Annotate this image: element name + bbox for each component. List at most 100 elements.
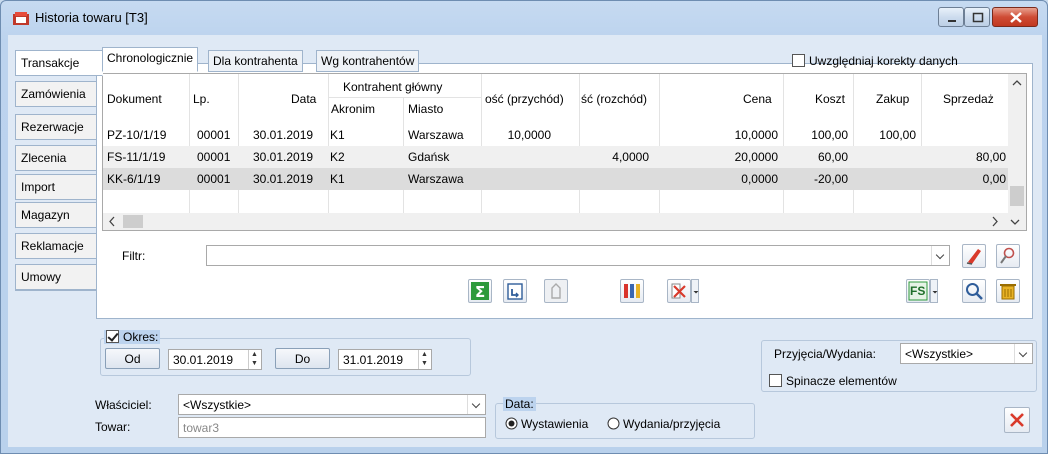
do-spin-icon[interactable]: ▲ ▼ [418,350,430,369]
wlasciciel-select[interactable]: <Wszystkie> [178,394,486,415]
delete-button[interactable] [996,279,1020,303]
wydania-radio[interactable]: Wydania/przyjęcia [607,417,720,431]
horizontal-scroll-thumb[interactable] [123,215,143,228]
przyjecia-select[interactable]: <Wszystkie> [900,343,1033,364]
cell-data: 30.01.2019 [253,128,314,142]
table-row[interactable]: FS-11/1/19 00001 30.01.2019 K2 Gdańsk 4,… [103,146,1008,168]
tab-label: Chronologicznie [107,51,194,65]
vtab-zlecenia[interactable]: Zlecenia [15,145,99,171]
do-date-input[interactable]: 31.01.2019 ▲ ▼ [338,349,432,370]
trash-icon [1000,284,1016,300]
przyjecia-value: <Wszystkie> [905,347,974,361]
spinacze-checkbox[interactable]: Spinacze elementów [769,374,897,388]
vtab-transakcje[interactable]: Transakcje [15,50,103,76]
clear-filter-button[interactable] [962,244,986,268]
vtab-rezerwacje[interactable]: Rezerwacje [15,114,99,140]
do-button[interactable]: Do [275,348,330,369]
od-label: Od [124,352,141,366]
vtab-magazyn[interactable]: Magazyn [15,202,99,228]
towar-label: Towar: [95,420,131,434]
scroll-left-icon[interactable] [103,213,121,230]
minimize-button[interactable] [938,7,964,27]
towar-field[interactable]: towar3 [178,417,486,438]
do-label: Do [294,352,311,366]
chevron-down-icon[interactable] [1014,344,1032,363]
filter-input[interactable] [206,245,950,266]
vtab-umowy[interactable]: Umowy [15,264,99,290]
export-icon [507,283,523,300]
tab-wg-kontrahentow[interactable]: Wg kontrahentów [316,50,420,72]
svg-text:Σ: Σ [475,283,485,301]
export-button[interactable] [503,279,527,303]
od-spin-icon[interactable]: ▲ ▼ [248,350,260,369]
cell-akronim: K2 [330,150,345,164]
okres-box [106,330,119,343]
window: Historia towaru [T3] Transakcje Zamówien… [0,0,1048,454]
cell-koszt: -20,00 [813,172,848,186]
od-date-value: 30.01.2019 [173,353,234,367]
vertical-scroll-thumb[interactable] [1010,186,1024,206]
filter-settings-button[interactable] [996,244,1020,268]
table-row[interactable]: KK-6/1/19 00001 30.01.2019 K1 Warszawa 0… [103,168,1008,190]
maximize-button[interactable] [964,7,990,27]
wystawienia-radio[interactable]: Wystawienia [505,417,588,431]
cell-akronim: K1 [330,128,345,142]
vtab-label: Umowy [21,270,62,284]
cell-cena: 0,0000 [741,172,778,186]
od-date-input[interactable]: 30.01.2019 ▲ ▼ [168,349,262,370]
scroll-right-icon[interactable] [986,213,1004,230]
do-date-value: 31.01.2019 [343,353,404,367]
close-icon [1010,413,1024,427]
cell-lp: 00001 [197,150,231,164]
transactions-grid[interactable]: Dokument Lp. Data Kontrahent główny Akro… [102,73,1027,231]
sum-button[interactable]: Σ [468,279,492,303]
cell-miasto: Gdańsk [408,150,450,164]
okres-checkbox[interactable]: Okres: [104,330,161,344]
korekty-box [792,54,805,67]
cell-cena: 10,0000 [734,128,778,142]
disabled-tool-button[interactable] [544,279,568,303]
sigma-icon: Σ [471,282,489,301]
tab-chronologicznie[interactable]: Chronologicznie [102,47,199,72]
scroll-up-icon[interactable] [1008,74,1026,92]
cell-przychod: 10,0000 [507,128,551,142]
chevron-down-icon[interactable] [467,395,485,414]
fs-button[interactable]: FS [906,279,930,303]
przyjecia-label: Przyjęcia/Wydania: [774,347,876,361]
vtab-import[interactable]: Import [15,174,99,200]
cell-sprzedaz: 0,00 [982,172,1006,186]
header-divider [328,97,481,98]
cell-lp: 00001 [197,128,231,142]
print-icon [671,283,686,299]
fs-label: FS [910,284,926,298]
print-button[interactable] [667,279,691,303]
cell-sprzedaz: 80,00 [975,150,1006,164]
cell-rozchod: 4,0000 [612,150,649,164]
vtab-label: Transakcje [21,56,80,70]
vtab-label: Reklamacje [21,239,84,253]
columns-button[interactable] [620,279,644,303]
preview-button[interactable] [962,279,986,303]
korekty-checkbox[interactable]: Uwzględniaj korekty danych [792,54,958,68]
print-dropdown-button[interactable] [691,279,699,303]
vtab-zamowienia[interactable]: Zamówienia [15,81,99,107]
title-bar: Historia towaru [T3] [1,1,1047,35]
close-window-button[interactable] [992,7,1038,27]
edit-disabled-icon [551,283,561,299]
cell-cena: 20,0000 [734,150,778,164]
filter-dropdown-icon[interactable] [931,246,949,265]
horizontal-scrollbar[interactable] [103,213,1026,230]
vertical-scrollbar[interactable] [1008,74,1026,214]
close-form-button[interactable] [1004,407,1030,433]
vtab-label: Magazyn [21,208,70,222]
korekty-label: Uwzględniaj korekty danych [809,54,958,68]
fs-dropdown-button[interactable] [930,279,938,303]
eraser-icon [966,249,981,265]
scroll-down-icon[interactable] [1006,213,1024,230]
table-row[interactable]: PZ-10/1/19 00001 30.01.2019 K1 Warszawa … [103,124,1008,146]
vtab-reklamacje[interactable]: Reklamacje [15,233,99,259]
minimize-icon [948,20,956,22]
od-button[interactable]: Od [105,348,160,369]
tab-dla-kontrahenta[interactable]: Dla kontrahenta [208,50,303,72]
cell-dokument: KK-6/1/19 [107,172,161,186]
